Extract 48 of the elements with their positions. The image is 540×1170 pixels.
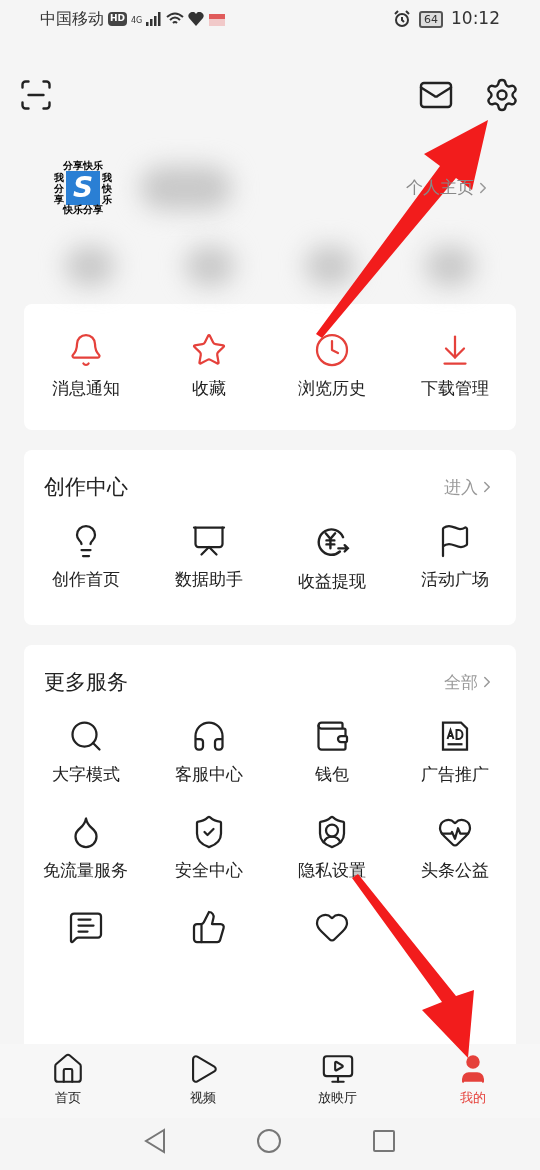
wifi-icon [166,12,185,26]
signal-icon [146,12,163,26]
star-icon [190,332,227,368]
service-item[interactable]: 活动广场 [393,523,516,595]
service-item[interactable]: 收藏 [147,332,270,402]
service-item[interactable]: 大字模式 [24,718,147,788]
section-title: 创作中心 [44,473,128,501]
nav-tab[interactable]: 视频 [135,1052,270,1118]
logo-letter: S [66,171,100,205]
settings-icon[interactable] [484,77,520,113]
network-type: 4G [131,15,143,27]
service-item[interactable]: 免流量服务 [24,813,147,883]
clock-icon [313,332,350,368]
logo-caption: 分享快乐 [63,161,103,171]
section-title: 更多服务 [44,668,128,696]
nav-tab[interactable]: 首页 [0,1052,135,1118]
service-item[interactable]: 安全中心 [147,813,270,883]
service-item[interactable]: 头条公益 [393,813,516,883]
service-item[interactable]: 收益提现 [270,523,393,595]
heart-icon [188,12,205,26]
tv-play-icon [320,1052,355,1086]
service-item[interactable]: 隐私设置 [270,813,393,883]
message-icon [67,909,104,945]
chart-board-icon [190,523,227,559]
back-icon[interactable] [144,1128,166,1154]
logo-caption: 我分享 [54,171,64,205]
clock-time: 10:12 [451,7,500,31]
thumbs-up-icon [190,909,227,945]
box-icon [208,11,227,27]
hd-badge: HD [108,12,127,26]
service-item[interactable]: 数据助手 [147,523,270,595]
logo-caption: 我快乐 [102,171,112,205]
battery-indicator: 64 [419,10,443,28]
service-item[interactable]: 下载管理 [393,332,516,402]
scan-icon[interactable] [18,77,54,113]
service-item[interactable]: 广告推广 [393,718,516,788]
service-item[interactable]: 钱包 [270,718,393,788]
alarm-icon [393,10,411,28]
carrier-name: 中国移动 [40,8,104,30]
nav-tab[interactable]: 我的 [405,1052,540,1118]
service-item[interactable]: 创作首页 [24,523,147,595]
nav-tab[interactable]: 放映厅 [270,1052,405,1118]
service-item[interactable]: 客服中心 [147,718,270,788]
recents-icon[interactable] [372,1129,396,1153]
service-item[interactable]: 浏览历史 [270,332,393,402]
logo-caption: 快乐分享 [63,205,103,215]
home-circle-icon[interactable] [256,1128,282,1154]
service-item[interactable]: 消息通知 [24,332,147,402]
